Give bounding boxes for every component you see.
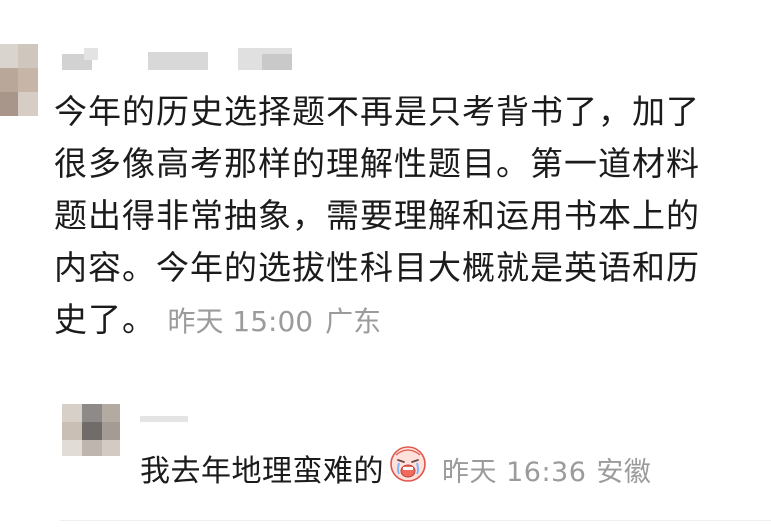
comment-line-last: 史了。 昨天 15:00 广东 xyxy=(54,294,754,348)
reply-avatar[interactable] xyxy=(62,404,120,456)
reply-location: 安徽 xyxy=(596,457,652,488)
comment-location: 广东 xyxy=(325,305,382,338)
avatar[interactable] xyxy=(0,44,38,116)
reply-time: 昨天 16:36 xyxy=(442,457,587,488)
comment-line: 内容。今年的选拔性科目大概就是英语和历 xyxy=(54,248,700,287)
username[interactable] xyxy=(62,48,312,74)
reply-body: 我去年地理蛮难的 昨天 16:36 安徽 xyxy=(140,446,661,499)
reply-meta: 昨天 16:36 安徽 xyxy=(442,457,661,488)
reply-text: 我去年地理蛮难的 xyxy=(140,454,384,489)
reply-username[interactable] xyxy=(140,414,190,424)
comment-line: 很多像高考那样的理解性题目。第一道材料 xyxy=(54,144,700,183)
comment-line: 史了。 xyxy=(54,300,156,339)
crying-face-icon xyxy=(388,443,428,496)
comment-meta: 昨天 15:00 广东 xyxy=(168,305,394,338)
comment-time: 昨天 15:00 xyxy=(167,305,314,338)
divider xyxy=(60,520,771,521)
comment-line: 题出得非常抽象，需要理解和运用书本上的 xyxy=(54,196,700,235)
comment-line: 今年的历史选择题不再是只考背书了，加了 xyxy=(54,92,700,131)
comment-text: 今年的历史选择题不再是只考背书了，加了 很多像高考那样的理解性题目。第一道材料 … xyxy=(54,86,754,348)
